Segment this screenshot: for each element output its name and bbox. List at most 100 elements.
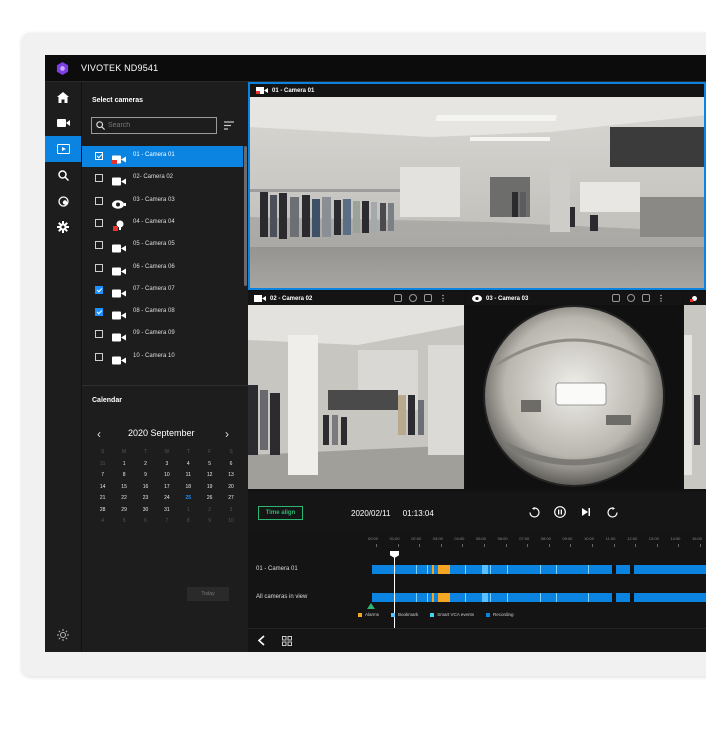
calendar-day[interactable]: 1 bbox=[178, 505, 199, 517]
forward-button[interactable] bbox=[606, 506, 618, 518]
calendar-day[interactable]: 18 bbox=[178, 482, 199, 494]
calendar-day[interactable]: 1 bbox=[113, 459, 134, 471]
more-icon[interactable]: ⋮ bbox=[657, 294, 665, 303]
search-input[interactable] bbox=[108, 120, 213, 131]
fullscreen-icon[interactable] bbox=[642, 294, 650, 302]
eye-icon[interactable] bbox=[409, 294, 417, 302]
calendar-day[interactable]: 28 bbox=[92, 505, 113, 517]
camera-02-view[interactable]: 02 - Camera 02 ⋮ bbox=[248, 292, 464, 489]
nav-settings[interactable] bbox=[45, 214, 81, 240]
back-arrow-icon[interactable] bbox=[257, 635, 265, 646]
camera-01-view[interactable]: 01 - Camera 01 bbox=[248, 82, 706, 290]
calendar-day[interactable]: 9 bbox=[199, 516, 220, 528]
camera-checkbox[interactable] bbox=[95, 196, 103, 205]
calendar-day[interactable]: 10 bbox=[156, 470, 177, 482]
calendar-day[interactable]: 22 bbox=[113, 493, 134, 505]
search-box[interactable] bbox=[91, 117, 217, 134]
camera-list-scrollbar[interactable] bbox=[244, 146, 247, 286]
calendar-day[interactable]: 8 bbox=[178, 516, 199, 528]
calendar-day[interactable]: 6 bbox=[135, 516, 156, 528]
calendar-day[interactable]: 5 bbox=[199, 459, 220, 471]
calendar-day[interactable]: 9 bbox=[135, 470, 156, 482]
camera-checkbox[interactable] bbox=[95, 285, 103, 294]
calendar-day[interactable]: 15 bbox=[113, 482, 134, 494]
calendar-day[interactable]: 7 bbox=[156, 516, 177, 528]
calendar-day[interactable]: 7 bbox=[92, 470, 113, 482]
sort-icon[interactable] bbox=[224, 121, 234, 130]
camera-checkbox[interactable] bbox=[95, 152, 103, 160]
calendar-day[interactable]: 10 bbox=[220, 516, 241, 528]
calendar-day[interactable]: 3 bbox=[220, 505, 241, 517]
calendar-day[interactable]: 27 bbox=[220, 493, 241, 505]
camera-checkbox[interactable] bbox=[95, 218, 103, 227]
timeline-track-camera-01[interactable] bbox=[372, 565, 706, 574]
camera-list-item[interactable]: 02- Camera 02 bbox=[82, 168, 243, 189]
camera-checkbox[interactable] bbox=[95, 330, 103, 339]
calendar-day[interactable]: 29 bbox=[113, 505, 134, 517]
calendar-day[interactable]: 24 bbox=[156, 493, 177, 505]
camera-03-view[interactable]: 03 - Camera 03 ⋮ bbox=[466, 292, 682, 489]
camera-list-item[interactable]: 07 - Camera 07 bbox=[82, 280, 243, 301]
snapshot-icon[interactable] bbox=[612, 294, 620, 302]
calendar-day[interactable]: 21 bbox=[92, 493, 113, 505]
camera-list-item[interactable]: 09 - Camera 09 bbox=[82, 324, 243, 345]
nav-brightness[interactable] bbox=[45, 622, 81, 648]
weekday-label: T bbox=[186, 449, 190, 455]
more-icon[interactable]: ⋮ bbox=[439, 294, 447, 303]
camera-list-item[interactable]: 01 - Camera 01 bbox=[82, 146, 243, 167]
calendar-day[interactable]: 31 bbox=[92, 459, 113, 471]
snapshot-icon[interactable] bbox=[394, 294, 402, 302]
calendar-day[interactable]: 13 bbox=[220, 470, 241, 482]
camera-list-item[interactable]: 06 - Camera 06 bbox=[82, 258, 243, 279]
camera-list-item[interactable]: 08 - Camera 08 bbox=[82, 302, 243, 323]
calendar-day[interactable]: 19 bbox=[199, 482, 220, 494]
camera-list-item[interactable]: 05 - Camera 05 bbox=[82, 235, 243, 256]
today-button[interactable]: Today bbox=[187, 587, 229, 601]
calendar-day[interactable]: 16 bbox=[135, 482, 156, 494]
calendar-day[interactable]: 3 bbox=[156, 459, 177, 471]
eye-icon[interactable] bbox=[627, 294, 635, 302]
calendar-day[interactable]: 5 bbox=[113, 516, 134, 528]
nav-home[interactable] bbox=[45, 84, 81, 110]
calendar-day[interactable]: 17 bbox=[156, 482, 177, 494]
calendar-day[interactable]: 12 bbox=[199, 470, 220, 482]
calendar-day[interactable]: 4 bbox=[178, 459, 199, 471]
camera-list-item[interactable]: 03 - Camera 03 bbox=[82, 191, 243, 212]
camera-checkbox[interactable] bbox=[95, 241, 103, 250]
nav-exclude[interactable] bbox=[45, 188, 81, 214]
calendar-day[interactable]: 23 bbox=[135, 493, 156, 505]
camera-checkbox[interactable] bbox=[95, 352, 103, 361]
calendar-day[interactable]: 14 bbox=[92, 482, 113, 494]
calendar-day[interactable]: 2 bbox=[199, 505, 220, 517]
calendar-day[interactable]: 6 bbox=[220, 459, 241, 471]
pause-button[interactable] bbox=[554, 506, 566, 518]
next-frame-button[interactable] bbox=[580, 506, 592, 518]
calendar-day[interactable]: 2 bbox=[135, 459, 156, 471]
calendar-day[interactable]: 11 bbox=[178, 470, 199, 482]
calendar-day[interactable]: 31 bbox=[156, 505, 177, 517]
calendar-day[interactable]: 26 bbox=[199, 493, 220, 505]
layout-grid-icon[interactable] bbox=[282, 636, 292, 646]
rewind-button[interactable] bbox=[528, 506, 540, 518]
camera-checkbox[interactable] bbox=[95, 263, 103, 272]
calendar-day[interactable]: 30 bbox=[135, 505, 156, 517]
nav-search[interactable] bbox=[45, 162, 81, 188]
prev-month-button[interactable]: ‹ bbox=[97, 427, 101, 441]
camera-list-item[interactable]: 04 - Camera 04 bbox=[82, 213, 243, 234]
fullscreen-icon[interactable] bbox=[424, 294, 432, 302]
camera-checkbox[interactable] bbox=[95, 308, 103, 317]
timeline-track-all-cameras[interactable] bbox=[372, 593, 706, 602]
timeline[interactable]: 00:00 01:00 02:00 03:00 04:00 05:00 06:00 07:00… bbox=[248, 530, 706, 628]
playhead[interactable] bbox=[394, 556, 395, 628]
calendar-day[interactable]: 25 bbox=[178, 493, 199, 505]
camera-checkbox[interactable] bbox=[95, 174, 103, 183]
next-month-button[interactable]: › bbox=[225, 427, 229, 441]
calendar-day[interactable]: 4 bbox=[92, 516, 113, 528]
camera-list-item[interactable]: 10 - Camera 10 bbox=[82, 347, 243, 368]
calendar-day[interactable]: 20 bbox=[220, 482, 241, 494]
camera-04-view[interactable] bbox=[684, 292, 706, 489]
calendar-day[interactable]: 8 bbox=[113, 470, 134, 482]
nav-playback[interactable] bbox=[45, 136, 81, 162]
time-align-button[interactable]: Time align bbox=[258, 506, 303, 520]
nav-live-view[interactable] bbox=[45, 110, 81, 136]
